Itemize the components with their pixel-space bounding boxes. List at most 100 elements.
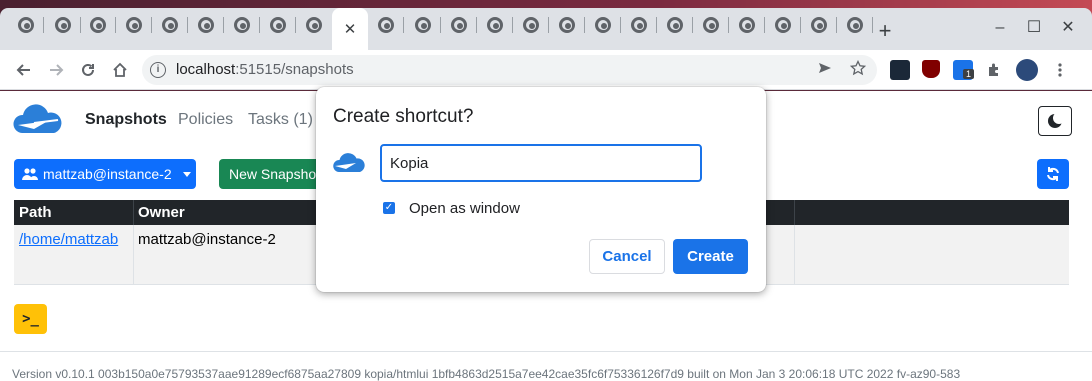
chrome-favicon-icon — [739, 17, 755, 33]
moon-icon — [1048, 112, 1065, 128]
url-text: localhost:51515/snapshots — [176, 61, 354, 78]
chrome-favicon-icon — [487, 17, 503, 33]
new-tab-button[interactable]: + — [872, 18, 898, 44]
chrome-favicon-icon — [811, 17, 827, 33]
new-snapshot-button[interactable]: New Snapshot — [219, 159, 329, 189]
chrome-favicon-icon — [234, 17, 250, 33]
tab[interactable] — [549, 10, 585, 40]
chrome-menu-icon[interactable] — [1046, 56, 1074, 84]
create-button[interactable]: Create — [673, 239, 748, 274]
chrome-favicon-icon — [523, 17, 539, 33]
tab[interactable] — [405, 10, 441, 40]
tab[interactable] — [260, 10, 296, 40]
address-bar[interactable]: i localhost:51515/snapshots — [142, 55, 877, 85]
chrome-favicon-icon — [703, 17, 719, 33]
footer-divider — [0, 351, 1092, 352]
tab[interactable] — [585, 10, 621, 40]
reload-icon — [82, 63, 94, 76]
tab[interactable] — [801, 10, 837, 40]
chrome-favicon-icon — [270, 17, 286, 33]
back-arrow-icon — [16, 64, 30, 76]
tab[interactable] — [657, 10, 693, 40]
site-info-icon[interactable]: i — [150, 62, 166, 78]
tab[interactable] — [80, 10, 116, 40]
tab[interactable] — [296, 10, 332, 40]
tab[interactable] — [45, 10, 81, 40]
bookmark-star-icon[interactable] — [849, 59, 867, 81]
chrome-favicon-icon — [775, 17, 791, 33]
extension-with-badge-icon[interactable]: 1 — [953, 60, 975, 80]
users-icon — [22, 168, 38, 180]
chrome-favicon-icon — [126, 17, 142, 33]
tab[interactable] — [116, 10, 152, 40]
chrome-favicon-icon — [18, 17, 34, 33]
kopia-logo-icon[interactable] — [12, 103, 64, 137]
chrome-favicon-icon — [90, 17, 106, 33]
tab[interactable] — [188, 10, 224, 40]
chrome-favicon-icon — [55, 17, 71, 33]
create-shortcut-dialog: Create shortcut? ✓ Open as window Cancel… — [316, 87, 766, 292]
tab[interactable] — [765, 10, 801, 40]
column-header-owner[interactable]: Owner — [138, 204, 185, 221]
chrome-favicon-icon — [451, 17, 467, 33]
terminal-button[interactable]: >_ — [14, 304, 47, 334]
open-as-window-checkbox[interactable]: ✓ — [383, 202, 395, 214]
tab[interactable] — [368, 10, 404, 40]
forward-button[interactable] — [42, 56, 70, 84]
refresh-icon — [1047, 167, 1059, 181]
forward-arrow-icon — [50, 64, 64, 76]
snapshot-owner: mattzab@instance-2 — [138, 231, 276, 248]
user-select-button[interactable]: mattzab@instance-2 — [14, 159, 196, 189]
snapshot-path-link[interactable]: /home/mattzab — [19, 231, 118, 248]
home-icon — [113, 62, 127, 77]
tab-separator — [403, 17, 404, 33]
chrome-favicon-icon — [378, 17, 394, 33]
tab-separator — [43, 17, 44, 33]
tab[interactable] — [8, 10, 44, 40]
close-window-button[interactable]: ✕ — [1054, 14, 1082, 42]
chrome-favicon-icon — [306, 17, 322, 33]
extensions-puzzle-icon[interactable] — [980, 56, 1008, 84]
reload-button[interactable] — [74, 56, 102, 84]
chrome-favicon-icon — [198, 17, 214, 33]
chrome-favicon-icon — [667, 17, 683, 33]
cancel-button[interactable]: Cancel — [589, 239, 665, 274]
tab[interactable] — [729, 10, 765, 40]
kopia-app-icon — [333, 153, 365, 172]
caret-down-icon — [182, 171, 191, 177]
version-footer: Version v0.10.1 003b150a0e75793537aae912… — [12, 367, 961, 381]
chrome-favicon-icon — [162, 17, 178, 33]
maximize-button[interactable]: ☐ — [1020, 14, 1048, 42]
home-button[interactable] — [106, 56, 134, 84]
nav-tasks[interactable]: Tasks (1) — [248, 111, 313, 129]
user-select-label: mattzab@instance-2 — [43, 166, 172, 182]
send-to-device-icon[interactable] — [817, 60, 833, 81]
dark-mode-toggle[interactable] — [1038, 106, 1072, 136]
tab[interactable] — [837, 10, 873, 40]
tab[interactable] — [513, 10, 549, 40]
chrome-favicon-icon — [559, 17, 575, 33]
tab[interactable] — [477, 10, 513, 40]
tab[interactable] — [621, 10, 657, 40]
refresh-button[interactable] — [1037, 159, 1069, 189]
profile-avatar[interactable] — [1016, 59, 1038, 81]
nav-policies[interactable]: Policies — [178, 111, 233, 129]
tab-active[interactable]: ✕ — [332, 8, 368, 50]
tab[interactable] — [152, 10, 188, 40]
nav-snapshots[interactable]: Snapshots — [85, 111, 167, 129]
close-tab-icon[interactable]: ✕ — [344, 20, 357, 38]
tab[interactable] — [693, 10, 729, 40]
minimize-button[interactable]: – — [986, 14, 1014, 42]
column-header-path[interactable]: Path — [19, 204, 52, 221]
tab[interactable] — [224, 10, 260, 40]
chrome-favicon-icon — [847, 17, 863, 33]
dialog-title: Create shortcut? — [333, 106, 474, 127]
back-button[interactable] — [10, 56, 38, 84]
chrome-favicon-icon — [595, 17, 611, 33]
ublock-extension-icon[interactable] — [922, 60, 940, 78]
chrome-favicon-icon — [631, 17, 647, 33]
open-as-window-label[interactable]: Open as window — [409, 200, 520, 217]
tab[interactable] — [441, 10, 477, 40]
shortcut-name-input[interactable] — [380, 144, 702, 182]
steam-extension-icon[interactable] — [890, 60, 910, 80]
